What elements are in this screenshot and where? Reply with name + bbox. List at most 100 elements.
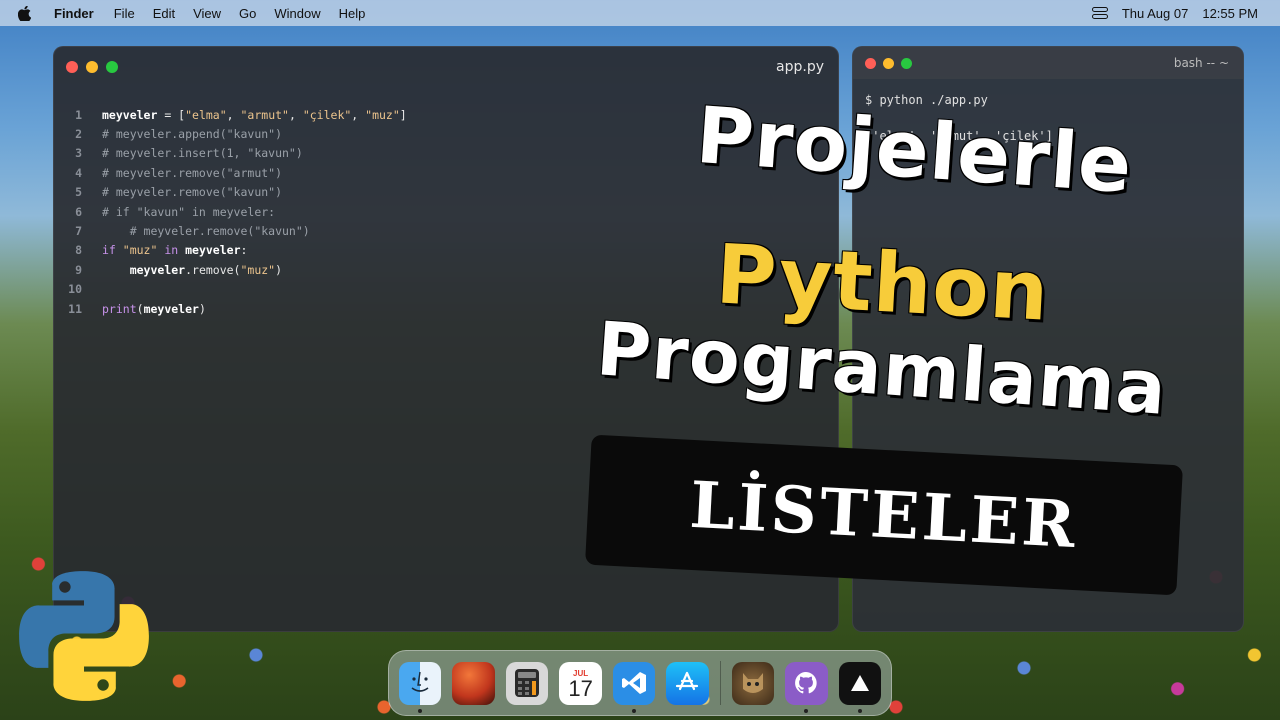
running-indicator	[632, 708, 637, 713]
code-token: "muz"	[365, 107, 400, 122]
running-indicator	[418, 708, 423, 713]
dock-wallpaper-app[interactable]	[452, 661, 495, 705]
code-text: # meyveler.append("kavun")	[102, 127, 282, 141]
code-token: .remove(	[185, 262, 241, 277]
line-number: 11	[68, 301, 82, 316]
code-token: # meyveler.remove("kavun")	[102, 224, 310, 239]
code-text: # meyveler.remove("armut")	[102, 166, 282, 180]
menu-bar-status: Thu Aug 07 12:55 PM	[1091, 6, 1258, 21]
minimize-button[interactable]	[883, 57, 894, 69]
app-store-icon	[676, 671, 699, 691]
code-token: # meyveler.remove("armut")	[102, 165, 283, 180]
code-line[interactable]: 5 # meyveler.remove("kavun")	[54, 183, 838, 202]
zoom-button[interactable]	[106, 61, 118, 73]
code-token: "armut"	[240, 107, 289, 122]
code-text: # if "kavun" in meyveler:	[102, 205, 275, 219]
calendar-day: 17	[568, 675, 593, 701]
control-center-icon[interactable]	[1091, 7, 1108, 19]
topic-banner-label: LİSTELER	[688, 467, 1080, 563]
code-token: print	[102, 301, 137, 316]
line-number: 10	[68, 282, 82, 297]
dock-github[interactable]	[785, 661, 828, 713]
dock-separator	[719, 661, 721, 705]
menu-time[interactable]: 12:55 PM	[1202, 6, 1258, 21]
line-number: 8	[75, 243, 82, 258]
apple-icon[interactable]	[18, 5, 32, 21]
line-number: 3	[75, 146, 82, 161]
vscode-icon	[622, 672, 647, 694]
close-button[interactable]	[865, 57, 876, 69]
dock-app-store[interactable]	[666, 661, 709, 705]
cat-icon	[742, 673, 763, 693]
line-number: 6	[75, 204, 82, 219]
code-token: # meyveler.append("kavun")	[102, 127, 283, 142]
code-token: )	[198, 301, 206, 316]
code-token: meyveler	[102, 107, 158, 122]
code-token: if	[102, 243, 123, 258]
dock-calculator[interactable]	[505, 661, 549, 705]
dock-finder[interactable]	[399, 661, 442, 713]
code-token: "elma"	[185, 107, 227, 122]
menu-go[interactable]: Go	[239, 6, 256, 21]
line-number: 9	[75, 262, 82, 277]
menu-edit[interactable]: Edit	[153, 6, 175, 21]
code-token: "muz"	[122, 243, 158, 258]
code-token: "çilek"	[302, 107, 352, 122]
code-text: # meyveler.remove("kavun")	[102, 185, 282, 199]
code-token: (	[136, 301, 144, 316]
code-text: # meyveler.remove("kavun")	[102, 224, 310, 238]
line-number: 7	[75, 224, 82, 239]
dock-calendar[interactable]: JUL 17	[559, 661, 602, 705]
code-token: in	[157, 243, 186, 258]
code-line[interactable]: 6 # if "kavun" in meyveler:	[54, 202, 838, 221]
terminal-command: $ python ./app.py	[865, 93, 988, 107]
code-text: print(meyveler)	[102, 302, 206, 316]
menu-file[interactable]: File	[114, 6, 135, 21]
code-token: meyveler	[185, 243, 241, 258]
code-token: = [	[157, 107, 186, 122]
code-token: ]	[399, 107, 407, 122]
code-token: # if "kavun" in meyveler:	[102, 204, 276, 219]
line-number: 2	[75, 127, 82, 142]
code-token: ,	[288, 107, 303, 122]
code-token: meyveler	[143, 301, 199, 316]
running-indicator	[857, 708, 862, 713]
code-token: meyveler	[129, 262, 186, 277]
code-token: :	[240, 243, 248, 258]
dock-cat-photo[interactable]	[731, 661, 775, 705]
python-logo-icon	[19, 571, 149, 701]
code-token: ,	[351, 107, 366, 122]
dock-terminal-app[interactable]	[838, 661, 882, 713]
minimize-button[interactable]	[86, 61, 98, 73]
running-indicator	[804, 708, 809, 713]
dock-vscode[interactable]	[612, 661, 656, 713]
code-token: )	[275, 262, 283, 277]
finder-icon	[411, 671, 429, 692]
editor-titlebar[interactable]: app.py	[54, 47, 838, 87]
close-button[interactable]	[66, 61, 78, 73]
dock: JUL 17	[388, 650, 892, 716]
github-icon	[795, 672, 818, 694]
code-text: if "muz" in meyveler:	[102, 243, 247, 257]
menu-view[interactable]: View	[193, 6, 221, 21]
code-token: # meyveler.insert(1, "kavun")	[102, 146, 303, 161]
calculator-icon	[515, 669, 540, 697]
code-text: # meyveler.insert(1, "kavun")	[102, 146, 303, 160]
code-text: meyveler = ["elma", "armut", "çilek", "m…	[102, 108, 407, 122]
line-number: 4	[75, 165, 82, 180]
menu-app-name[interactable]: Finder	[54, 6, 94, 21]
code-text: meyveler.remove("muz")	[102, 263, 282, 277]
menu-date[interactable]: Thu Aug 07	[1122, 6, 1189, 21]
line-number: 5	[75, 185, 82, 200]
triangle-icon	[850, 675, 869, 691]
menu-help[interactable]: Help	[339, 6, 366, 21]
line-number: 1	[75, 107, 82, 122]
editor-title: app.py	[776, 59, 824, 75]
terminal-titlebar[interactable]: bash -- ~	[853, 47, 1243, 79]
zoom-button[interactable]	[901, 57, 912, 69]
terminal-title: bash -- ~	[1173, 56, 1229, 70]
code-token: ,	[226, 107, 241, 122]
code-token: # meyveler.remove("kavun")	[102, 185, 283, 200]
menu-window[interactable]: Window	[274, 6, 320, 21]
